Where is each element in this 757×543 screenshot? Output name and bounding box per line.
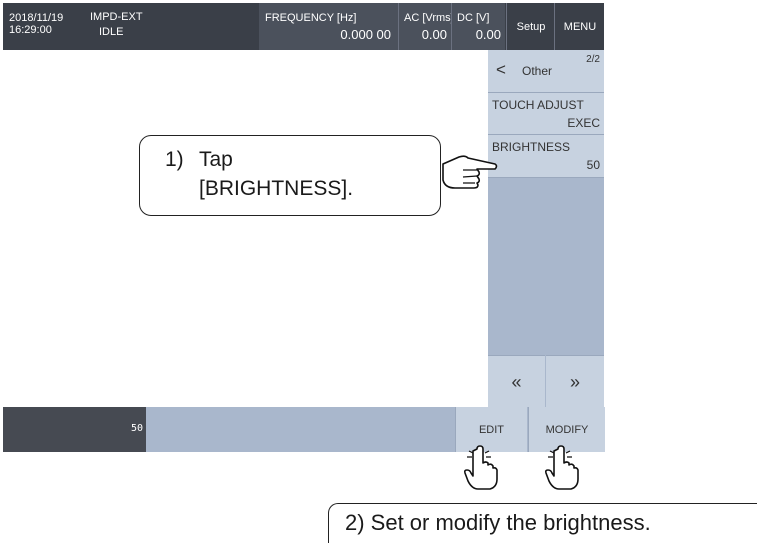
bottom-bar: 50 EDIT MODIFY bbox=[3, 407, 605, 452]
menu-item-label: BRIGHTNESS bbox=[492, 140, 571, 154]
frequency-label: FREQUENCY [Hz] bbox=[265, 12, 357, 24]
modify-label: MODIFY bbox=[545, 423, 589, 436]
step1-number: 1) bbox=[165, 148, 184, 171]
ac-label: AC [Vrms] bbox=[404, 12, 454, 24]
state-text: IDLE bbox=[99, 26, 124, 38]
menu-label: MENU bbox=[563, 20, 597, 33]
double-chevron-left-icon: « bbox=[511, 371, 522, 392]
menu-item-value: 50 bbox=[586, 158, 600, 172]
time-text: 16:29:00 bbox=[9, 24, 52, 36]
step1-line2: [BRIGHTNESS]. bbox=[199, 177, 354, 200]
device-screen: 2018/11/19 16:29:00 IMPD-EXT IDLE FREQUE… bbox=[3, 3, 605, 452]
step2-callout: 2) Set or modify the brightness. bbox=[328, 503, 757, 543]
dc-label: DC [V] bbox=[457, 12, 490, 24]
ac-readout: AC [Vrms] 0.00 bbox=[399, 3, 454, 50]
edit-label: EDIT bbox=[478, 423, 505, 436]
step2-text: 2) Set or modify the brightness. bbox=[345, 510, 651, 535]
setup-label: Setup bbox=[516, 20, 546, 33]
frequency-readout: FREQUENCY [Hz] 0.000 00 bbox=[259, 3, 398, 50]
next-page-button[interactable]: » bbox=[546, 355, 604, 408]
dc-readout: DC [V] 0.00 bbox=[452, 3, 505, 50]
other-settings-panel: < Other 2/2 TOUCH ADJUST EXEC BRIGHTNESS… bbox=[488, 50, 604, 408]
dc-value: 0.00 bbox=[475, 27, 501, 42]
main-display-area bbox=[3, 50, 488, 407]
menu-item-brightness[interactable]: BRIGHTNESS 50 bbox=[488, 135, 604, 178]
prev-page-button[interactable]: « bbox=[488, 355, 545, 408]
menu-item-touch-adjust[interactable]: TOUCH ADJUST EXEC bbox=[488, 93, 604, 135]
mode-text: IMPD-EXT bbox=[90, 11, 143, 23]
panel-title: Other bbox=[522, 64, 553, 78]
ac-value: 0.00 bbox=[421, 27, 447, 42]
panel-title-bar[interactable]: < Other 2/2 bbox=[488, 50, 604, 93]
page-indicator: 2/2 bbox=[586, 54, 600, 65]
brightness-value: 50 bbox=[130, 423, 143, 434]
status-header: 2018/11/19 16:29:00 IMPD-EXT IDLE FREQUE… bbox=[3, 3, 604, 50]
menu-item-label: TOUCH ADJUST bbox=[492, 98, 584, 112]
step1-callout: 1) Tap [BRIGHTNESS]. bbox=[139, 135, 441, 216]
value-display: 50 bbox=[3, 407, 146, 452]
back-chevron-icon[interactable]: < bbox=[496, 60, 506, 80]
frequency-value: 0.000 00 bbox=[340, 27, 391, 42]
tap-hand-edit-icon bbox=[463, 445, 498, 490]
menu-item-value: EXEC bbox=[567, 116, 600, 130]
tap-hand-modify-icon bbox=[544, 445, 579, 490]
step1-line1: Tap bbox=[199, 148, 233, 171]
setup-button[interactable]: Setup bbox=[506, 3, 555, 50]
menu-button[interactable]: MENU bbox=[554, 3, 605, 50]
pointing-hand-icon bbox=[442, 155, 498, 189]
double-chevron-right-icon: » bbox=[569, 371, 580, 392]
